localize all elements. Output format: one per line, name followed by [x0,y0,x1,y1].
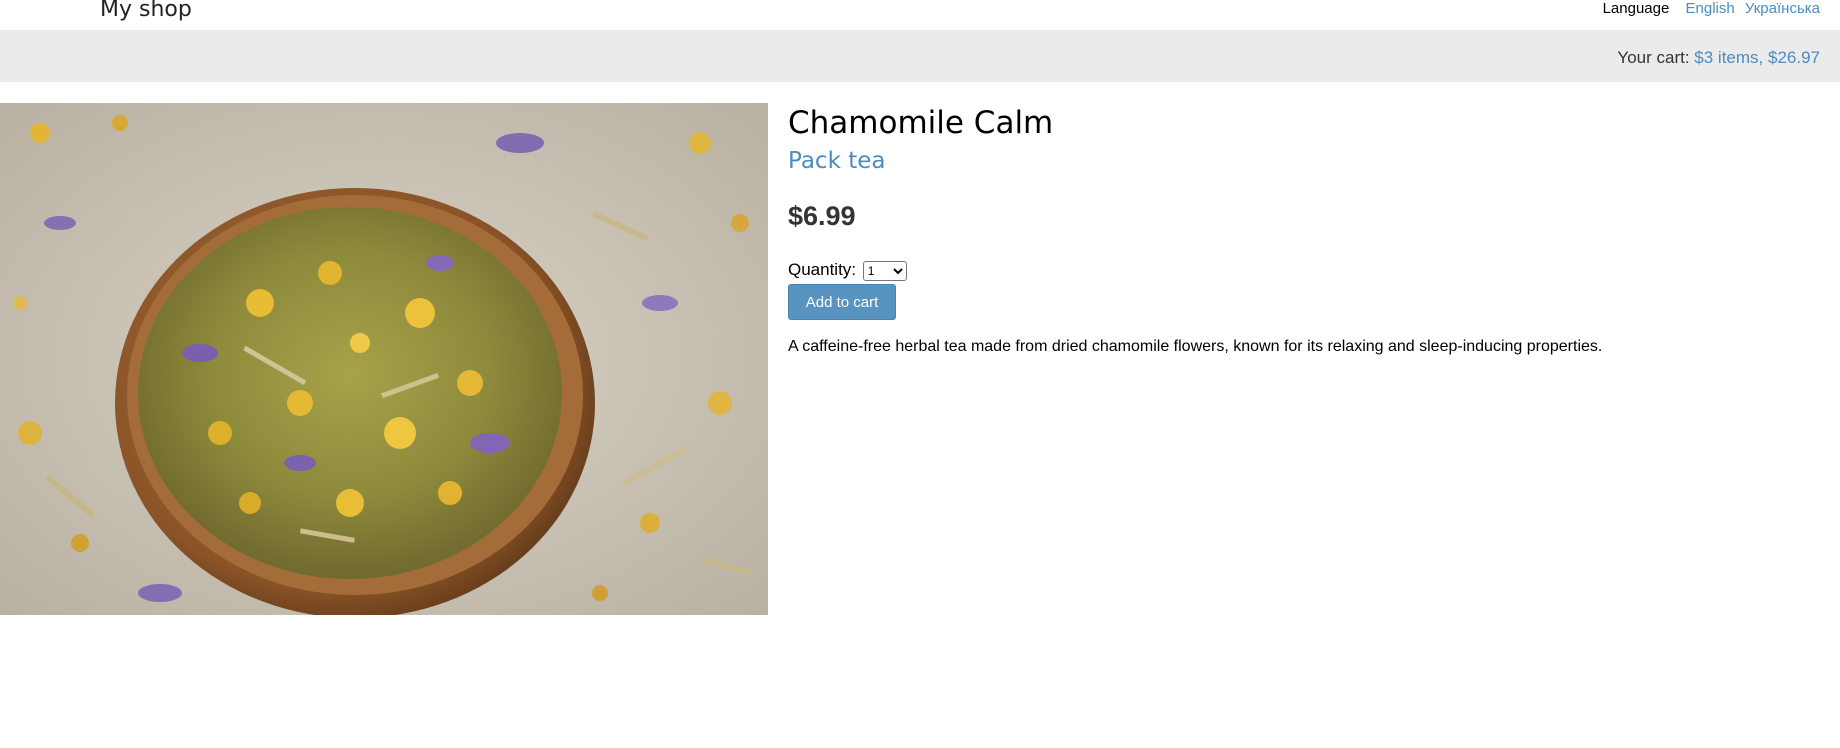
cart-summary: Your cart: $3 items, $26.97 [1617,48,1820,68]
product-details: Chamomile Calm Pack tea $6.99 Quantity: … [788,103,1788,373]
quantity-row: Quantity: 1 [788,259,1788,281]
product-title: Chamomile Calm [788,105,1054,141]
quantity-select[interactable]: 1 [862,260,907,281]
chamomile-tea-photo [0,103,768,615]
product-description: A caffeine-free herbal tea made from dri… [788,338,1603,355]
add-to-cart-button[interactable]: Add to cart [788,284,896,320]
shop-logo-link[interactable]: My shop [100,0,192,22]
language-link-english[interactable]: English [1686,0,1735,17]
language-label: Language [1602,0,1670,17]
cart-link[interactable]: $3 items, $26.97 [1694,48,1820,67]
product-price: $6.99 [788,201,856,231]
cart-bar: Your cart: $3 items, $26.97 [0,30,1840,82]
language-link-ukrainian[interactable]: Українська [1745,0,1820,17]
cart-label: Your cart: [1617,48,1690,67]
top-header: My shop Language English Українська [0,0,1840,30]
product-category-link[interactable]: Pack tea [788,145,885,177]
quantity-label: Quantity: [788,260,857,279]
add-to-cart-form: Quantity: 1 Add to cart [788,259,1788,320]
language-switcher: Language English Українська [1603,0,1820,17]
product-image [0,103,768,615]
